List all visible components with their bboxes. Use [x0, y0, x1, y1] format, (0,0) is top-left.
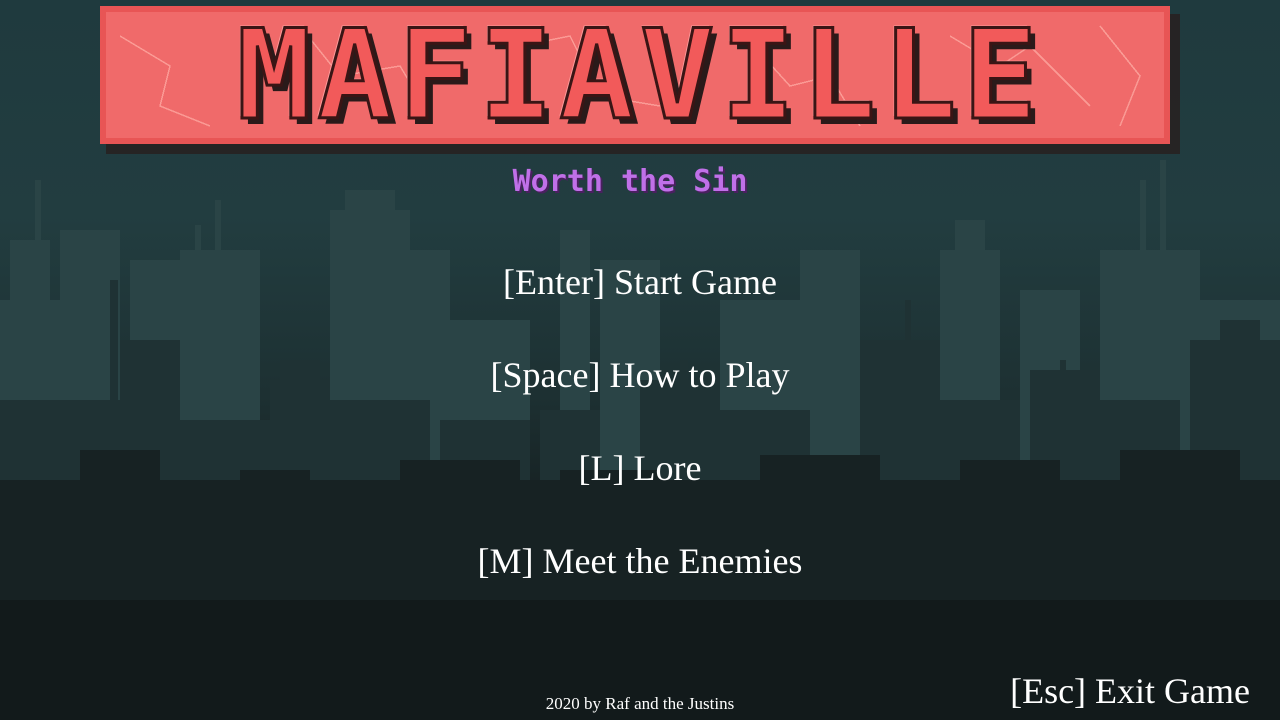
start-game-menu-item[interactable]: [Enter] Start Game: [0, 262, 1280, 302]
credits-text: 2020 by Raf and the Justins: [545, 694, 735, 713]
logo-subtitle: Worth the Sin: [512, 164, 748, 199]
how-to-play-menu-item[interactable]: [Space] How to Play: [0, 355, 1280, 395]
meet-enemies-menu-item[interactable]: [M] Meet the Enemies: [0, 541, 1280, 581]
game-logo: MAFIAVILLE: [100, 4, 1180, 156]
logo-title: MAFIAVILLE: [235, 4, 1044, 148]
lore-menu-item[interactable]: [L] Lore: [0, 448, 1280, 488]
